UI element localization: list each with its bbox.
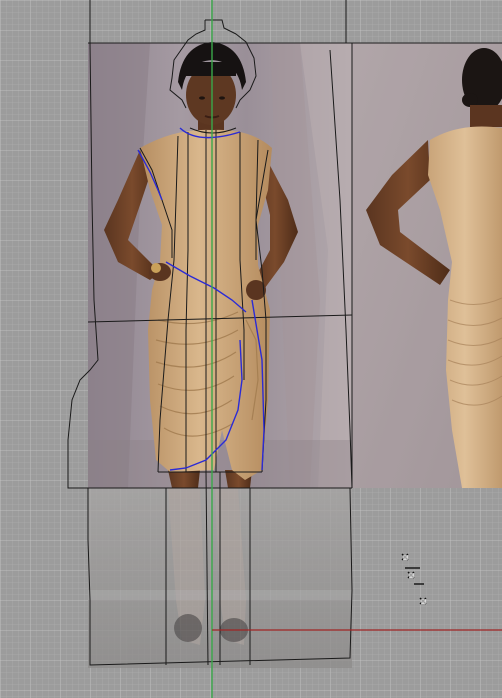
front-view-photo	[88, 42, 352, 488]
pattern-canvas[interactable]	[0, 0, 502, 698]
pattern-editor-viewport[interactable]	[0, 0, 502, 698]
back-view-photo	[352, 43, 502, 488]
